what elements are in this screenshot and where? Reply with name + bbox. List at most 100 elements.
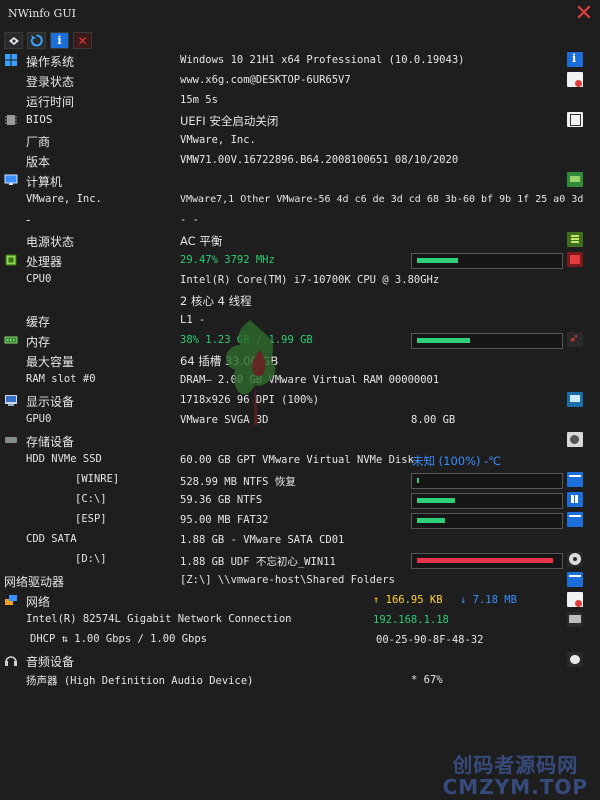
splash-decoration: [225, 320, 276, 425]
c-usage-bar: [411, 493, 563, 509]
close-all-icon[interactable]: ✕: [73, 32, 92, 49]
row-vendor: 厂商 VMware, Inc.: [0, 130, 600, 150]
d-usage-fill: [417, 558, 553, 563]
gpu0-memory: 8.00 GB: [411, 414, 456, 426]
vmware-value: VMware7,1 Other VMware-56 4d c6 de 3d cd…: [180, 194, 584, 205]
bios-icon[interactable]: [567, 112, 583, 127]
esp-usage-fill: [417, 518, 445, 523]
version-value: VMW71.00V.16722896.B64.2008100651 08/10/…: [180, 154, 459, 166]
title-bar: NWinfo GUI ✕: [0, 0, 600, 28]
winre-usage-fill: [417, 478, 419, 483]
display-icon: [5, 395, 17, 406]
hdd-label: HDD NVMe SSD: [26, 453, 102, 465]
uptime-label: 运行时间: [26, 95, 75, 109]
row-c: [C:\] 59.36 GB NTFS: [0, 490, 600, 510]
headphones-icon: [5, 656, 17, 666]
row-audio: 音频设备: [0, 650, 600, 670]
partition-icon[interactable]: [567, 472, 583, 487]
computer-label: 计算机: [26, 175, 63, 189]
settings-icon[interactable]: [4, 32, 23, 49]
row-cores: 2 核心 4 线程: [0, 290, 600, 310]
c-value: 59.36 GB NTFS: [180, 494, 263, 506]
row-network: 网络 ↑ 166.95 KB ↓ 7.18 MB: [0, 590, 600, 610]
cpu-usage-bar: [411, 253, 563, 269]
row-hdd: HDD NVMe SSD 60.00 GB GPT VMware Virtual…: [0, 450, 600, 470]
cpu0-value: Intel(R) Core(TM) i7-10700K CPU @ 3.80GH…: [180, 274, 440, 286]
disc-icon[interactable]: [567, 552, 583, 567]
row-d: [D:\] 1.88 GB UDF 不忘初心_WIN11: [0, 550, 600, 570]
user-settings-icon[interactable]: [567, 72, 583, 87]
toolbar: i ✕: [4, 32, 92, 49]
row-nic: Intel(R) 82574L Gigabit Network Connecti…: [0, 610, 600, 630]
power-label: 电源状态: [26, 235, 75, 249]
motherboard-icon[interactable]: [567, 172, 583, 187]
network-drive-icon[interactable]: [567, 572, 583, 587]
rocket-icon[interactable]: ➶: [567, 331, 583, 347]
memory-icon: [4, 336, 18, 344]
c-label: [C:\]: [75, 493, 107, 505]
partition-icon[interactable]: [567, 512, 583, 527]
dash-value: - -: [180, 214, 199, 226]
row-gpu0: GPU0 VMware SVGA 3D 8.00 GB: [0, 410, 600, 430]
row-cpu: 处理器 29.47% 3792 MHz: [0, 250, 600, 270]
esp-label: [ESP]: [75, 513, 107, 525]
disk-tools-icon[interactable]: [567, 432, 583, 447]
hdd-health-status: 未知 (100%) -℃: [412, 454, 502, 468]
dash-label: -: [26, 213, 31, 227]
bios-value: UEFI 安全启动关闭: [180, 114, 279, 128]
c-usage-fill: [417, 498, 455, 503]
nic-ip: 192.168.1.18: [373, 614, 449, 626]
drive-icon: [5, 437, 17, 443]
row-dhcp: DHCP ⇅ 1.00 Gbps / 1.00 Gbps 00-25-90-8F…: [0, 630, 600, 650]
refresh-icon[interactable]: [27, 32, 46, 49]
window-title: NWinfo GUI: [8, 7, 76, 20]
speaker-volume: * 67%: [411, 674, 443, 686]
login-label: 登录状态: [26, 75, 75, 89]
memory-usage-bar: [411, 333, 563, 349]
row-ramslot: RAM slot #0 DRAM— 2.00 GB VMware Virtual…: [0, 370, 600, 390]
esp-value: 95.00 MB FAT32: [180, 514, 269, 526]
cdd-value: 1.88 GB - VMware SATA CD01: [180, 534, 345, 546]
row-vmware: VMware, Inc. VMware7,1 Other VMware-56 4…: [0, 190, 600, 210]
cpu-value: 29.47% 3792 MHz: [180, 254, 275, 266]
row-speaker: 扬声器 (High Definition Audio Device) * 67%: [0, 670, 600, 690]
row-login: 登录状态 www.x6g.com@DESKTOP-6UR65V7: [0, 70, 600, 90]
cdd-label: CDD SATA: [26, 533, 77, 545]
os-info-icon[interactable]: i: [567, 52, 583, 67]
network-settings-icon[interactable]: [567, 592, 583, 607]
network-download: ↓ 7.18 MB: [460, 594, 517, 606]
d-label: [D:\]: [75, 553, 107, 565]
row-computer: 计算机: [0, 170, 600, 190]
network-label: 网络: [26, 595, 51, 609]
row-bios: BIOS UEFI 安全启动关闭: [0, 110, 600, 130]
cpu-usage-fill: [417, 258, 458, 263]
cores-value: 2 核心 4 线程: [180, 294, 252, 308]
cpu0-label: CPU0: [26, 273, 52, 285]
maxcap-label: 最大容量: [26, 355, 75, 369]
speaker-settings-icon[interactable]: [567, 652, 583, 667]
battery-icon[interactable]: [567, 232, 583, 247]
row-os: 操作系统 Windows 10 21H1 x64 Professional (1…: [0, 50, 600, 70]
info-icon[interactable]: i: [50, 32, 69, 49]
cpu-icon: [5, 254, 17, 266]
adapter-icon[interactable]: [567, 612, 583, 627]
screen-settings-icon[interactable]: [567, 392, 583, 407]
cpu-detail-icon[interactable]: [567, 252, 583, 267]
network-upload: ↑ 166.95 KB: [373, 594, 443, 606]
audio-label: 音频设备: [26, 655, 75, 669]
watermark: 创码者源码网 CMZYM.TOP: [443, 754, 588, 798]
windows-drive-icon[interactable]: [567, 492, 583, 507]
nic-label: Intel(R) 82574L Gigabit Network Connecti…: [26, 613, 292, 625]
os-value: Windows 10 21H1 x64 Professional (10.0.1…: [180, 54, 465, 66]
close-icon[interactable]: ✕: [574, 3, 594, 25]
windows-icon: [5, 54, 17, 66]
winre-usage-bar: [411, 473, 563, 489]
memory-label: 内存: [26, 335, 51, 349]
watermark-line1: 创码者源码网: [452, 753, 579, 777]
row-uptime: 运行时间 15m 5s: [0, 90, 600, 110]
vendor-value: VMware, Inc.: [180, 134, 256, 146]
row-esp: [ESP] 95.00 MB FAT32: [0, 510, 600, 530]
d-value: 1.88 GB UDF 不忘初心_WIN11: [180, 556, 336, 568]
monitor-icon: [4, 174, 18, 185]
login-value: www.x6g.com@DESKTOP-6UR65V7: [180, 74, 351, 86]
